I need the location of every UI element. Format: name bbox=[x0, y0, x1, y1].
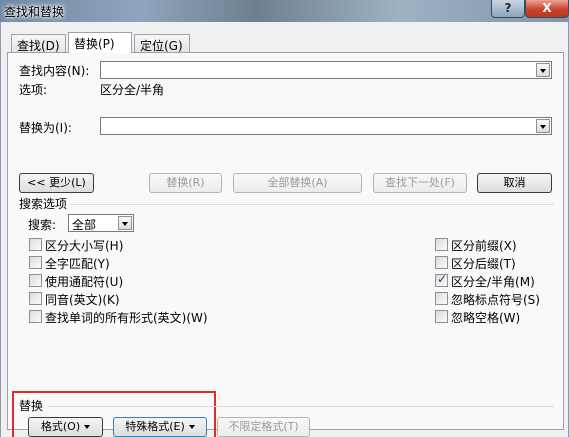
replace-panel: 查找内容(N): 选项: 区分全/半角 替换为(I): << 更少(L) 替换(… bbox=[7, 52, 564, 437]
search-scope-dropdown-icon[interactable] bbox=[118, 216, 132, 230]
search-scope-value: 全部 bbox=[72, 218, 97, 232]
options-label: 选项: bbox=[19, 83, 48, 97]
cancel-button[interactable]: 取消 bbox=[477, 173, 552, 193]
find-replace-dialog: 查找(D) 替换(P) 定位(G) 查找内容(N): 选项: 区分全/半角 替换… bbox=[0, 22, 569, 437]
ignore-punctuation-label: 忽略标点符号(S) bbox=[451, 293, 540, 307]
close-button[interactable]: X bbox=[525, 0, 569, 18]
whole-word-label: 全字匹配(Y) bbox=[45, 257, 110, 271]
find-label: 查找内容(N): bbox=[19, 64, 90, 78]
match-case-label: 区分大小写(H) bbox=[45, 239, 124, 253]
find-input[interactable] bbox=[100, 61, 552, 79]
find-dropdown-icon[interactable] bbox=[536, 63, 550, 77]
match-suffix-label: 区分后缀(T) bbox=[451, 257, 516, 271]
replace-button[interactable]: 替换(R) bbox=[149, 173, 222, 193]
replace-section-heading: 替换 bbox=[19, 399, 44, 413]
match-width-checkbox[interactable] bbox=[435, 272, 448, 287]
search-scope-select[interactable]: 全部 bbox=[68, 214, 134, 232]
special-button-label: 特殊格式(E) bbox=[125, 420, 185, 433]
replace-input[interactable] bbox=[100, 117, 552, 135]
wildcards-checkbox[interactable] bbox=[29, 274, 42, 287]
window-title: 查找和替换 bbox=[4, 5, 65, 19]
match-prefix-label: 区分前缀(X) bbox=[451, 239, 517, 253]
tab-goto[interactable]: 定位(G) bbox=[134, 34, 190, 53]
wildcards-label: 使用通配符(U) bbox=[45, 275, 124, 289]
all-word-forms-checkbox[interactable] bbox=[29, 310, 42, 323]
whole-word-checkbox[interactable] bbox=[29, 256, 42, 269]
find-next-button[interactable]: 查找下一处(F) bbox=[373, 173, 467, 193]
no-formatting-button[interactable]: 不限定格式(T) bbox=[217, 417, 310, 437]
search-scope-label: 搜索: bbox=[28, 218, 57, 232]
format-button[interactable]: 格式(O) bbox=[28, 417, 103, 437]
help-button[interactable]: ? bbox=[491, 0, 525, 18]
tab-find[interactable]: 查找(D) bbox=[11, 34, 66, 53]
match-width-label: 区分全/半角(M) bbox=[451, 275, 535, 289]
match-case-checkbox[interactable] bbox=[29, 238, 42, 251]
replace-dropdown-icon[interactable] bbox=[536, 119, 550, 133]
match-prefix-checkbox[interactable] bbox=[435, 238, 448, 251]
title-bar: 查找和替换 ? X bbox=[0, 0, 569, 22]
tab-replace[interactable]: 替换(P) bbox=[68, 32, 132, 53]
format-chevron-down-icon bbox=[84, 425, 91, 429]
ignore-punctuation-checkbox[interactable] bbox=[435, 292, 448, 305]
format-button-label: 格式(O) bbox=[40, 420, 81, 433]
ignore-whitespace-label: 忽略空格(W) bbox=[451, 311, 521, 325]
match-suffix-checkbox[interactable] bbox=[435, 256, 448, 269]
sounds-like-label: 同音(英文)(K) bbox=[45, 293, 120, 307]
sounds-like-checkbox[interactable] bbox=[29, 292, 42, 305]
options-value: 区分全/半角 bbox=[100, 83, 165, 97]
replace-all-button[interactable]: 全部替换(A) bbox=[233, 173, 362, 193]
ignore-whitespace-checkbox[interactable] bbox=[435, 310, 448, 323]
all-word-forms-label: 查找单词的所有形式(英文)(W) bbox=[45, 311, 208, 325]
replace-section-divider bbox=[48, 406, 554, 407]
search-options-heading: 搜索选项 bbox=[19, 197, 68, 211]
search-options-divider bbox=[70, 204, 554, 205]
special-chevron-down-icon bbox=[188, 425, 195, 429]
special-button[interactable]: 特殊格式(E) bbox=[113, 417, 207, 437]
less-button[interactable]: << 更少(L) bbox=[19, 173, 94, 193]
replace-label: 替换为(I): bbox=[19, 121, 72, 135]
